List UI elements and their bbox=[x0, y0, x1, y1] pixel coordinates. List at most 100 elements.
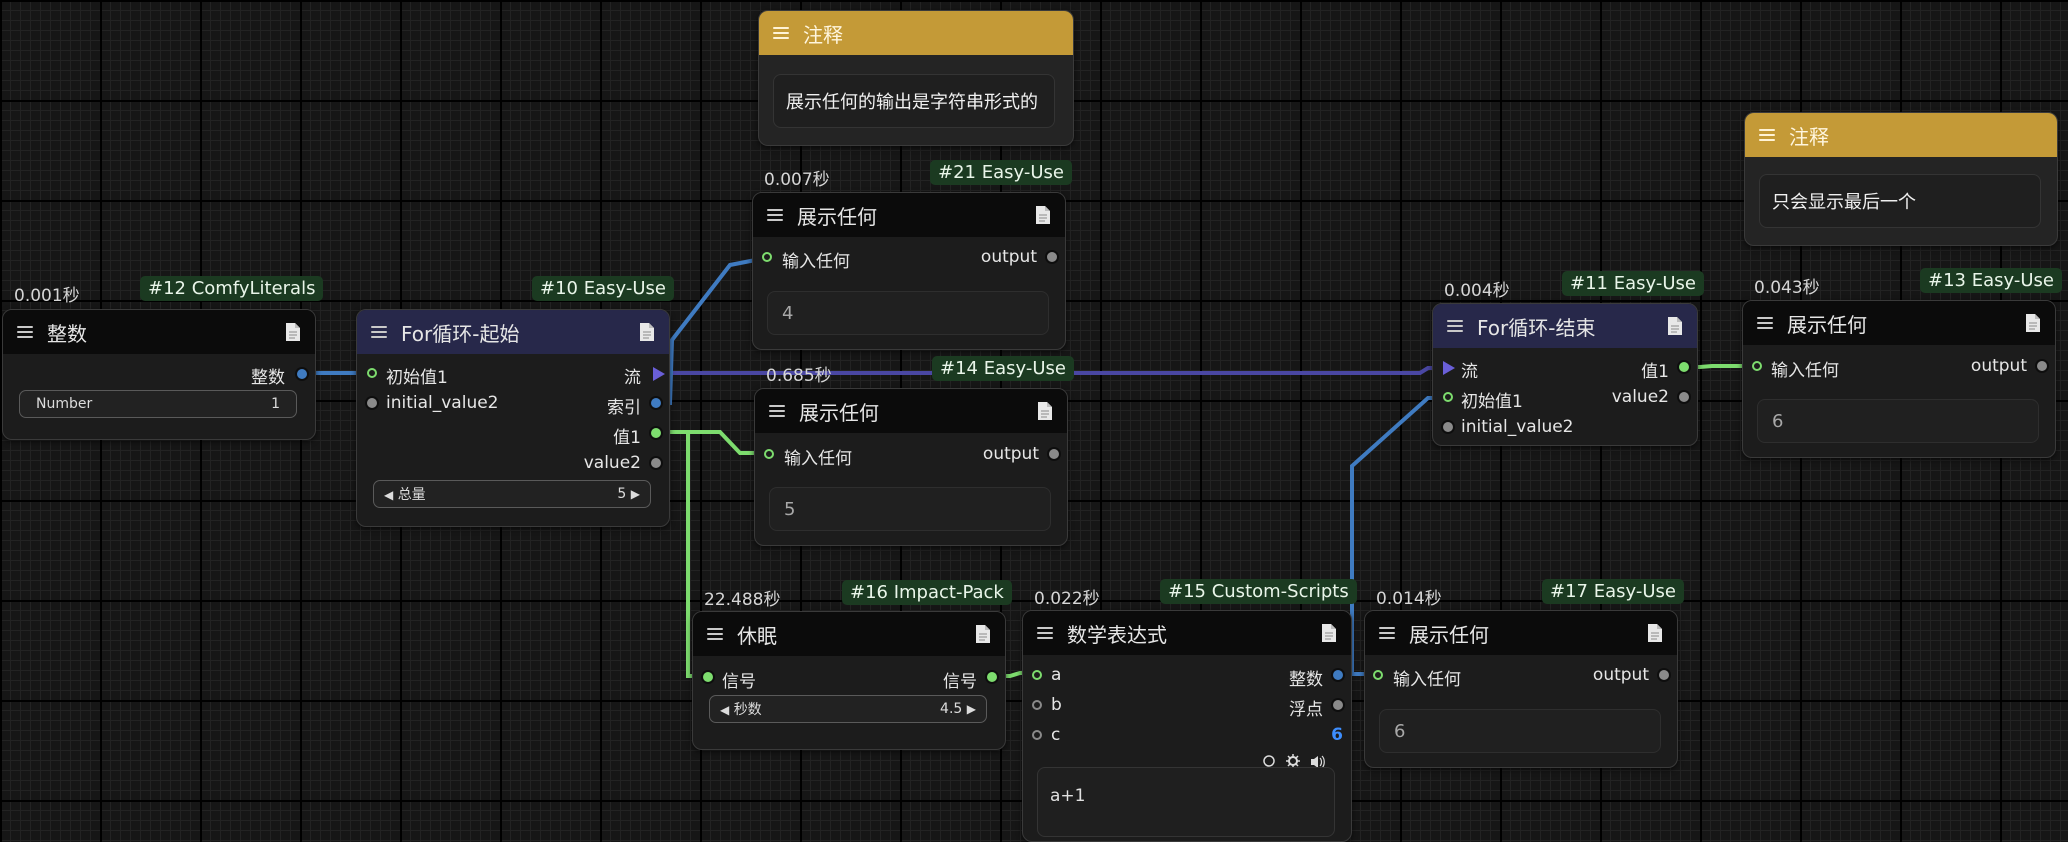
node-header[interactable]: 注释 bbox=[1745, 113, 2057, 157]
menu-icon[interactable] bbox=[17, 326, 33, 338]
output-slot[interactable] bbox=[2037, 361, 2047, 371]
node-12-integer[interactable]: 整数 整数 Number 1 bbox=[2, 309, 316, 440]
node-16-sleep[interactable]: 休眠 信号 信号 ◀ 秒数 4.5 ▶ bbox=[692, 611, 1006, 750]
output-label: output bbox=[1970, 356, 2027, 376]
input-slot-initial2[interactable] bbox=[367, 398, 377, 408]
node-15-math-expression[interactable]: 数学表达式 a b c 整数 浮点 6 a+1 bbox=[1022, 610, 1352, 842]
document-icon[interactable] bbox=[1667, 316, 1683, 336]
input-slot-any[interactable] bbox=[762, 252, 772, 262]
document-icon[interactable] bbox=[1035, 205, 1051, 225]
decrement-arrow-icon[interactable]: ◀ bbox=[720, 703, 729, 717]
input-slot-initial1[interactable] bbox=[1443, 392, 1453, 402]
expression-input[interactable]: a+1 bbox=[1037, 767, 1335, 837]
input-slot-any[interactable] bbox=[764, 449, 774, 459]
node-21-time: 0.007秒 bbox=[764, 170, 830, 190]
document-icon[interactable] bbox=[285, 322, 301, 342]
document-icon[interactable] bbox=[1321, 623, 1337, 643]
flow-arrow-icon[interactable] bbox=[1443, 361, 1455, 375]
document-icon[interactable] bbox=[2025, 313, 2041, 333]
output-label-signal: 信号 bbox=[943, 672, 977, 692]
display-value-box[interactable]: 5 bbox=[769, 487, 1051, 531]
output-slot[interactable] bbox=[1047, 252, 1057, 262]
display-value-box[interactable]: 4 bbox=[767, 291, 1049, 335]
number-widget[interactable]: Number 1 bbox=[19, 390, 297, 418]
note-text[interactable]: 展示任何的输出是字符串形式的 bbox=[773, 74, 1055, 128]
increment-arrow-icon[interactable]: ▶ bbox=[631, 487, 640, 501]
output-slot-value2[interactable] bbox=[1679, 392, 1689, 402]
menu-icon[interactable] bbox=[1379, 627, 1395, 639]
decrement-arrow-icon[interactable]: ◀ bbox=[384, 488, 393, 502]
input-slot-signal[interactable] bbox=[703, 672, 713, 682]
node-title: 注释 bbox=[803, 22, 843, 47]
output-label-flow: 流 bbox=[624, 368, 641, 388]
document-icon[interactable] bbox=[639, 322, 655, 342]
node-header[interactable]: 整数 bbox=[3, 310, 315, 354]
node-21-show-any[interactable]: 展示任何 输入任何 output 4 bbox=[752, 192, 1066, 350]
output-slot-index[interactable] bbox=[651, 398, 661, 408]
menu-icon[interactable] bbox=[371, 326, 387, 338]
menu-icon[interactable] bbox=[773, 27, 789, 39]
document-icon[interactable] bbox=[975, 624, 991, 644]
seconds-widget[interactable]: ◀ 秒数 4.5 ▶ bbox=[709, 695, 987, 723]
input-slot-c[interactable] bbox=[1032, 730, 1042, 740]
display-value-box[interactable]: 6 bbox=[1757, 399, 2039, 443]
display-value-box[interactable]: 6 bbox=[1379, 709, 1661, 753]
node-13-show-any[interactable]: 展示任何 输入任何 output 6 bbox=[1742, 300, 2056, 458]
menu-icon[interactable] bbox=[1759, 129, 1775, 141]
input-slot-a[interactable] bbox=[1032, 670, 1042, 680]
node-11-for-loop-end[interactable]: For循环-结束 流 初始值1 initial_value2 值1 value2 bbox=[1432, 303, 1698, 446]
node-header[interactable]: For循环-起始 bbox=[357, 310, 669, 354]
node-header[interactable]: 展示任何 bbox=[1365, 611, 1677, 655]
output-slot-signal[interactable] bbox=[987, 672, 997, 682]
total-widget[interactable]: ◀ 总量 5 ▶ bbox=[373, 480, 651, 508]
menu-icon[interactable] bbox=[1757, 317, 1773, 329]
node-title: 展示任何 bbox=[1787, 312, 1867, 337]
menu-icon[interactable] bbox=[1037, 627, 1053, 639]
node-10-for-loop-start[interactable]: For循环-起始 初始值1 initial_value2 流 索引 值1 val… bbox=[356, 309, 670, 527]
output-label: output bbox=[982, 444, 1039, 464]
document-icon[interactable] bbox=[1647, 623, 1663, 643]
menu-icon[interactable] bbox=[707, 628, 723, 640]
input-slot-initial1[interactable] bbox=[367, 368, 377, 378]
note-node-2[interactable]: 注释 只会显示最后一个 bbox=[1744, 112, 2058, 246]
output-slot-int[interactable] bbox=[1333, 670, 1343, 680]
input-label-initial1: 初始值1 bbox=[386, 368, 448, 388]
increment-arrow-icon[interactable]: ▶ bbox=[967, 702, 976, 716]
output-label-value2: value2 bbox=[583, 453, 641, 473]
node-header[interactable]: For循环-结束 bbox=[1433, 304, 1697, 348]
output-slot-value1[interactable] bbox=[1679, 362, 1689, 372]
node-header[interactable]: 注释 bbox=[759, 11, 1073, 55]
output-slot[interactable] bbox=[1659, 670, 1669, 680]
widget-value: 1 bbox=[271, 396, 280, 412]
input-slot-b[interactable] bbox=[1032, 700, 1042, 710]
document-icon[interactable] bbox=[1037, 401, 1053, 421]
node-header[interactable]: 数学表达式 bbox=[1023, 611, 1351, 655]
flow-arrow-icon[interactable] bbox=[653, 367, 665, 381]
note-text[interactable]: 只会显示最后一个 bbox=[1759, 174, 2041, 228]
input-slot-any[interactable] bbox=[1373, 670, 1383, 680]
node-17-show-any[interactable]: 展示任何 输入任何 output 6 bbox=[1364, 610, 1678, 768]
input-slot-any[interactable] bbox=[1752, 361, 1762, 371]
node-21-tag: #21 Easy-Use bbox=[930, 160, 1072, 185]
node-11-tag: #11 Easy-Use bbox=[1562, 271, 1704, 296]
node-10-tag: #10 Easy-Use bbox=[532, 276, 674, 301]
node-header[interactable]: 展示任何 bbox=[1743, 301, 2055, 345]
node-12-time: 0.001秒 bbox=[14, 286, 80, 306]
menu-icon[interactable] bbox=[767, 209, 783, 221]
node-title: 休眠 bbox=[737, 623, 777, 648]
node-header[interactable]: 休眠 bbox=[693, 612, 1005, 656]
node-header[interactable]: 展示任何 bbox=[755, 389, 1067, 433]
output-slot-int[interactable] bbox=[297, 369, 307, 379]
node-title: 整数 bbox=[47, 321, 87, 346]
input-slot-initial2[interactable] bbox=[1443, 422, 1453, 432]
output-slot-float[interactable] bbox=[1333, 700, 1343, 710]
output-slot-value1[interactable] bbox=[651, 428, 661, 438]
node-header[interactable]: 展示任何 bbox=[753, 193, 1065, 237]
node-14-show-any[interactable]: 展示任何 输入任何 output 5 bbox=[754, 388, 1068, 546]
output-slot[interactable] bbox=[1049, 449, 1059, 459]
menu-icon[interactable] bbox=[769, 405, 785, 417]
note-node-1[interactable]: 注释 展示任何的输出是字符串形式的 bbox=[758, 10, 1074, 146]
output-slot-value2[interactable] bbox=[651, 458, 661, 468]
menu-icon[interactable] bbox=[1447, 320, 1463, 332]
node-16-time: 22.488秒 bbox=[704, 590, 781, 610]
